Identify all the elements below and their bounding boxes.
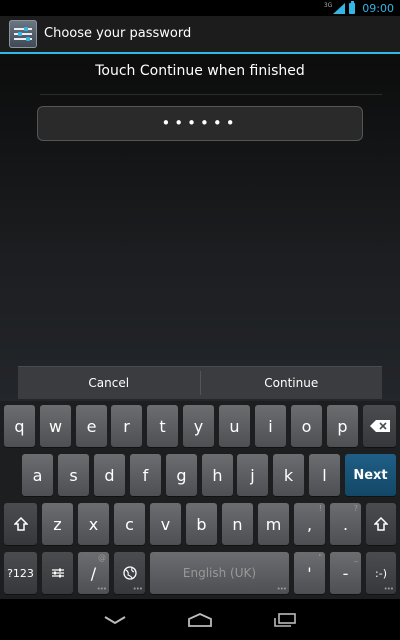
symbols-key[interactable]: ?123 [4,552,37,594]
key-r[interactable]: r [111,405,142,447]
key-m[interactable]: m [258,503,289,545]
settings-sliders-icon[interactable] [9,20,37,48]
more-dots: ••• [132,585,143,593]
home-icon [188,613,212,627]
comma-hint: ! [318,504,322,513]
home-button[interactable] [170,600,230,640]
backspace-icon [369,420,390,432]
more-dots: ••• [383,585,394,593]
key-f[interactable]: f [130,454,161,496]
signal-icon [333,2,346,14]
key-w[interactable]: w [40,405,71,447]
key-apostrophe[interactable]: ' " [294,552,325,594]
keyboard-settings-key[interactable] [42,552,73,594]
dash-hint: _ [354,553,358,562]
key-period[interactable]: . ? [330,503,361,545]
keyboard: q w e r t y u i o p a s d f g h j k l Ne… [0,401,400,599]
key-t[interactable]: t [147,405,178,447]
password-content: Touch Continue when finished •••••• [0,54,400,401]
period-hint: ? [353,504,358,513]
divider [40,94,382,95]
recent-apps-icon [274,613,296,627]
key-b[interactable]: b [186,503,217,545]
key-v[interactable]: v [150,503,181,545]
key-l[interactable]: l [309,454,340,496]
password-field[interactable]: •••••• [37,106,363,141]
key-p[interactable]: p [327,405,358,447]
back-button[interactable] [85,600,145,640]
key-d[interactable]: d [94,454,125,496]
key-a[interactable]: a [22,454,53,496]
key-dash[interactable]: - _ [330,552,361,594]
shift-key-right[interactable] [366,503,396,545]
key-q[interactable]: q [4,405,35,447]
action-bar: Choose your password [0,16,400,54]
comma-label: , [306,514,313,534]
key-n[interactable]: n [222,503,253,545]
more-dots: ••• [96,585,107,593]
key-i[interactable]: i [255,405,286,447]
next-key[interactable]: Next [345,454,396,496]
back-icon [104,616,126,625]
key-comma[interactable]: , ! [294,503,325,545]
key-e[interactable]: e [76,405,107,447]
shift-icon [13,517,28,531]
space-label: English (UK) [182,566,257,580]
key-k[interactable]: k [273,454,304,496]
apostrophe-hint: " [318,553,322,562]
keyboard-settings-icon [51,568,64,578]
key-x[interactable]: x [78,503,109,545]
dash-label: - [342,563,349,583]
globe-icon [122,566,137,580]
key-s[interactable]: s [58,454,89,496]
key-j[interactable]: j [237,454,268,496]
smiley-label: :-) [375,566,387,580]
period-label: . [342,514,349,534]
shift-icon [374,517,388,531]
key-c[interactable]: c [114,503,145,545]
network-type: 3G [323,2,333,9]
key-h[interactable]: h [202,454,233,496]
key-y[interactable]: y [183,405,214,447]
key-g[interactable]: g [166,454,197,496]
recent-apps-button[interactable] [255,600,315,640]
status-bar: 3G 09:00 [0,0,400,16]
continue-button[interactable]: Continue [201,367,383,399]
key-u[interactable]: u [219,405,250,447]
apostrophe-label: ' [307,563,312,583]
navigation-bar [0,600,400,640]
language-key[interactable]: ••• [114,552,145,594]
slash-hint: @ [98,553,106,562]
instruction-text: Touch Continue when finished [95,63,305,79]
delete-key[interactable] [363,405,396,447]
more-dots: ••• [276,585,287,593]
button-bar: Cancel Continue [18,366,382,399]
slash-label: / [90,563,97,583]
status-time: 09:00 [362,1,394,15]
battery-icon [349,0,356,14]
space-key[interactable]: English (UK) ••• [150,552,289,594]
page-title: Choose your password [44,26,192,41]
status-indicators: 3G 09:00 [323,0,394,15]
shift-key-left[interactable] [4,503,37,545]
smiley-key[interactable]: :-) ••• [366,552,396,594]
key-o[interactable]: o [291,405,322,447]
key-z[interactable]: z [42,503,73,545]
key-slash[interactable]: / @ ••• [78,552,109,594]
cancel-button[interactable]: Cancel [18,367,200,399]
